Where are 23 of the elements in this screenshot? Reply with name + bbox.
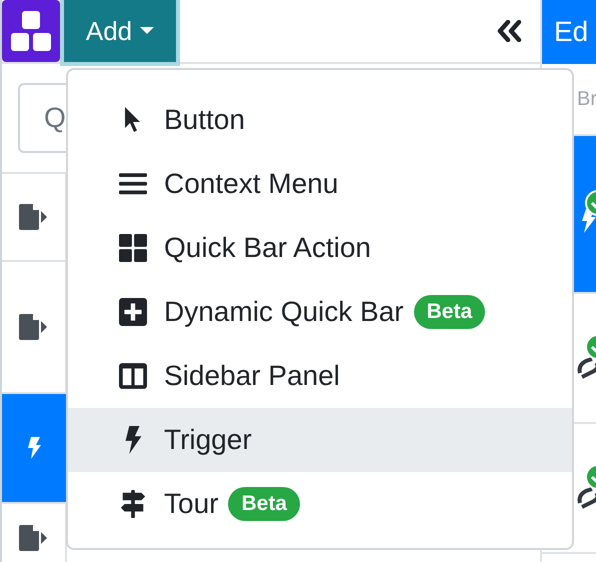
beta-badge: Beta (414, 295, 486, 329)
document-icon (18, 204, 48, 230)
menu-item[interactable]: Tour Beta (68, 472, 572, 536)
plus-square-icon (119, 298, 147, 326)
menu-item[interactable]: Sidebar Panel (68, 344, 572, 408)
menu-item[interactable]: Dynamic Quick Bar Beta (68, 280, 572, 344)
logo-icon (9, 9, 53, 53)
caret-icon (140, 27, 154, 35)
beta-badge: Beta (228, 487, 300, 521)
menu-item[interactable]: Quick Bar Action (68, 216, 572, 280)
document-icon (18, 525, 48, 551)
menu-item[interactable]: Context Menu (68, 152, 572, 216)
grid-icon (119, 234, 147, 262)
menu-item[interactable]: Trigger (68, 408, 572, 472)
menu-item[interactable]: Button (68, 88, 572, 152)
double-chevron-icon (497, 20, 523, 42)
document-icon (18, 314, 48, 340)
logo[interactable] (2, 0, 60, 62)
columns-icon (119, 362, 147, 390)
signpost-icon (119, 490, 147, 518)
bolt-icon (26, 437, 40, 459)
edit-button[interactable]: Ed (542, 0, 596, 64)
add-button[interactable]: Add (64, 0, 176, 62)
